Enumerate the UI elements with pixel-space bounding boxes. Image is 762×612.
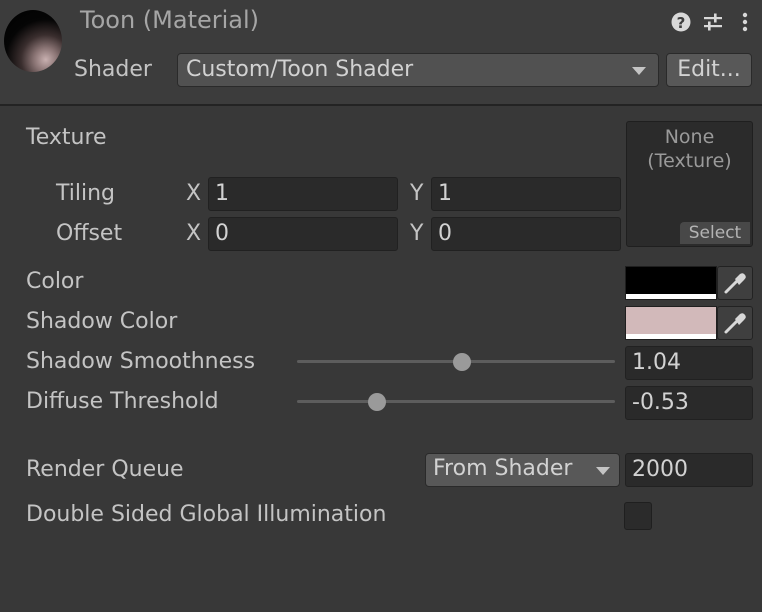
shadow-color-label: Shadow Color: [26, 309, 178, 334]
shadow-color-swatch[interactable]: [625, 306, 717, 340]
help-icon[interactable]: ?: [670, 10, 692, 34]
header-divider: [0, 104, 762, 106]
chevron-down-icon: [596, 467, 610, 475]
eyedropper-icon: [724, 273, 746, 294]
shader-dropdown[interactable]: Custom/Toon Shader: [177, 53, 659, 87]
eyedropper-icon: [724, 313, 746, 334]
render-queue-label: Render Queue: [26, 457, 184, 482]
offset-y-label: Y: [410, 221, 424, 246]
color-swatch[interactable]: [625, 266, 717, 300]
shader-label: Shader: [74, 57, 152, 82]
tiling-y-field[interactable]: 1: [431, 177, 621, 211]
alpha-bar: [626, 334, 716, 339]
shadow-smoothness-label: Shadow Smoothness: [26, 349, 256, 374]
kebab-menu-icon[interactable]: [734, 10, 756, 34]
chevron-down-icon: [632, 67, 646, 75]
offset-x-field[interactable]: 0: [208, 217, 398, 251]
texture-label: Texture: [26, 125, 107, 150]
material-preview-icon[interactable]: [4, 10, 62, 72]
tiling-x-field[interactable]: 1: [208, 177, 398, 211]
double-sided-gi-label: Double Sided Global Illumination: [26, 502, 387, 527]
offset-x-label: X: [186, 221, 202, 246]
tiling-label: Tiling: [56, 181, 116, 206]
material-title: Toon (Material): [80, 6, 260, 34]
tiling-x-label: X: [186, 181, 202, 206]
tiling-y-label: Y: [410, 181, 424, 206]
color-label: Color: [26, 269, 84, 294]
offset-y-field[interactable]: 0: [431, 217, 621, 251]
shadow-smoothness-slider-handle[interactable]: [453, 353, 472, 371]
texture-slot-text: None (Texture): [647, 126, 732, 172]
edit-shader-button[interactable]: Edit...: [666, 53, 752, 87]
texture-select-button[interactable]: Select: [680, 222, 750, 244]
color-eyedropper-button[interactable]: [717, 266, 753, 300]
diffuse-threshold-label: Diffuse Threshold: [26, 389, 219, 414]
alpha-bar: [626, 294, 716, 299]
shadow-smoothness-field[interactable]: 1.04: [625, 346, 753, 380]
render-queue-mode-dropdown[interactable]: From Shader: [425, 453, 620, 487]
render-queue-field[interactable]: 2000: [625, 453, 753, 487]
shadow-color-eyedropper-button[interactable]: [717, 306, 753, 340]
texture-slot[interactable]: None (Texture) Select: [626, 121, 753, 247]
shader-dropdown-value: Custom/Toon Shader: [186, 57, 414, 82]
svg-text:?: ?: [677, 14, 686, 32]
diffuse-threshold-track[interactable]: [297, 400, 615, 403]
diffuse-threshold-slider-handle[interactable]: [367, 393, 386, 411]
diffuse-threshold-field[interactable]: -0.53: [625, 386, 753, 420]
preset-sliders-icon[interactable]: [702, 10, 724, 34]
offset-label: Offset: [56, 221, 123, 246]
double-sided-gi-checkbox[interactable]: [624, 502, 652, 530]
render-queue-mode-value: From Shader: [433, 456, 573, 481]
